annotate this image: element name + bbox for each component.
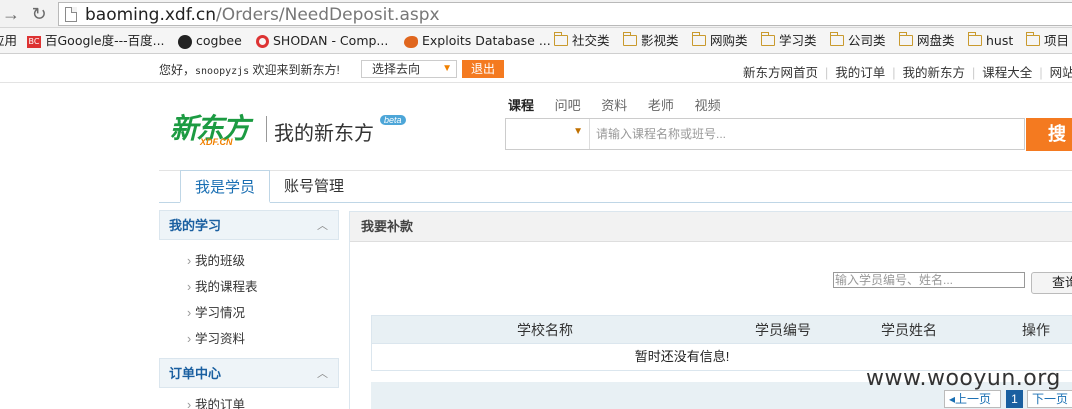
search-tab-course[interactable]: 课程 — [508, 95, 534, 114]
shodan-icon — [256, 35, 269, 48]
exploit-db-icon — [404, 35, 418, 48]
sidebar-section-orders[interactable]: 订单中心 ︿ — [159, 358, 339, 388]
folder-icon — [1026, 32, 1040, 46]
bookmark-folder-shop[interactable]: 网购类 — [692, 32, 748, 50]
col-student-name: 学员姓名 — [881, 322, 937, 338]
tab-student[interactable]: 我是学员 — [180, 170, 270, 203]
top-links: 新东方网首页 | 我的订单 | 我的新东方 | 课程大全 | 网站 — [743, 62, 1072, 81]
reload-icon[interactable]: ↻ — [28, 3, 50, 25]
panel-title: 我要补款 — [350, 212, 1072, 242]
search-button[interactable]: 搜 — [1026, 118, 1072, 151]
bookmark-folder-company[interactable]: 公司类 — [830, 32, 886, 50]
search-input[interactable]: 请输入课程名称或班号... — [594, 119, 1014, 149]
bookmark-baidu[interactable]: BC 百Google度---百度... — [27, 32, 165, 50]
browser-toolbar: → ↻ baoming.xdf.cn/Orders/NeedDeposit.as… — [0, 0, 1072, 28]
search-box: ▼ 请输入课程名称或班号... — [505, 118, 1025, 150]
search-tab-material[interactable]: 资料 — [601, 95, 627, 114]
bookmark-folder-video[interactable]: 影视类 — [623, 32, 679, 50]
sidebar-item-schedule[interactable]: 我的课程表 — [159, 274, 339, 300]
chevron-up-icon: ︿ — [317, 220, 328, 232]
logout-button[interactable]: 退出 — [462, 60, 504, 78]
search-category-select[interactable]: ▼ — [506, 119, 590, 149]
chevron-up-icon: ︿ — [317, 368, 328, 380]
greeting: 您好，snoopyzjs 欢迎来到新东方! — [159, 63, 340, 77]
deposit-table: 学校名称 学员编号 学员姓名 操作 暂时还没有信息! — [371, 315, 1072, 371]
bookmark-shodan[interactable]: SHODAN - Comp... — [256, 32, 388, 50]
site-title: 我的新东方 — [274, 123, 374, 145]
col-action: 操作 — [1022, 322, 1050, 338]
bookmark-apps[interactable]: 应用 — [0, 32, 17, 50]
folder-icon — [623, 32, 637, 46]
link-site[interactable]: 网站 — [1050, 66, 1072, 80]
prev-page-button[interactable]: ◂上一页 — [944, 390, 1001, 408]
sidebar-item-my-orders[interactable]: 我的订单 — [159, 392, 339, 409]
github-icon — [178, 34, 192, 49]
col-student-id: 学员编号 — [755, 322, 811, 338]
logo-divider — [266, 116, 267, 142]
current-page[interactable]: 1 — [1006, 390, 1023, 408]
bookmark-folder-study[interactable]: 学习类 — [761, 32, 817, 50]
search-tab-video[interactable]: 视频 — [695, 95, 721, 114]
bookmarks-bar: 应用 BC百Google度---百度... cogbee SHODAN - Co… — [0, 28, 1072, 54]
bookmark-folder-project[interactable]: 项目 — [1026, 32, 1069, 50]
folder-icon — [830, 32, 844, 46]
next-page-button[interactable]: 下一页 — [1027, 390, 1072, 408]
bookmark-exploitdb[interactable]: Exploits Database ... — [404, 32, 551, 50]
search-tabs: 课程 问吧 资料 老师 视频 — [508, 95, 738, 114]
watermark: www.wooyun.org — [866, 366, 1061, 391]
page-icon — [65, 7, 77, 22]
sidebar-item-my-class[interactable]: 我的班级 — [159, 248, 339, 274]
username: snoopyzjs — [195, 66, 250, 77]
sidebar-item-progress[interactable]: 学习情况 — [159, 300, 339, 326]
tab-account[interactable]: 账号管理 — [284, 170, 344, 203]
bookmark-icon: BC — [27, 35, 41, 48]
folder-icon — [899, 32, 913, 46]
bookmark-folder-social[interactable]: 社交类 — [554, 32, 610, 50]
table-header: 学校名称 学员编号 学员姓名 操作 — [371, 315, 1072, 344]
bookmark-cogbee[interactable]: cogbee — [178, 32, 242, 50]
link-all-courses[interactable]: 课程大全 — [982, 66, 1032, 80]
folder-icon — [554, 32, 568, 46]
folder-icon — [968, 32, 982, 46]
bookmark-folder-disk[interactable]: 网盘类 — [899, 32, 955, 50]
beta-badge: beta — [380, 115, 406, 125]
search-tab-teacher[interactable]: 老师 — [648, 95, 674, 114]
chevron-down-icon: ▼ — [573, 126, 583, 137]
link-xdf-home[interactable]: 新东方网首页 — [743, 66, 818, 80]
sidebar-item-materials[interactable]: 学习资料 — [159, 326, 339, 352]
query-button[interactable]: 查询 — [1031, 272, 1072, 294]
sidebar: 我的学习︿ 我的班级 我的课程表 学习情况 学习资料 订单中心︿ 我的订单 — [159, 210, 339, 409]
search-tab-ask[interactable]: 问吧 — [555, 95, 581, 114]
folder-icon — [692, 32, 706, 46]
url-text: baoming.xdf.cn/Orders/NeedDeposit.aspx — [85, 5, 440, 25]
main-nav: 我是学员 账号管理 — [159, 170, 1072, 203]
link-my-orders[interactable]: 我的订单 — [835, 66, 885, 80]
chevron-down-icon: ▼ — [442, 63, 452, 74]
xdf-logo[interactable]: 新东方 XDF.CN — [170, 107, 250, 147]
site-topbar: 您好，snoopyzjs 欢迎来到新东方! 选择去向 ▼ 退出 新东方网首页 | 我的… — [0, 55, 1072, 83]
goto-select[interactable]: 选择去向 ▼ — [361, 60, 457, 78]
student-query-input[interactable]: 输入学员编号、姓名... — [833, 272, 1025, 288]
bookmark-folder-hust[interactable]: hust — [968, 32, 1013, 50]
sidebar-section-study[interactable]: 我的学习 ︿ — [159, 210, 339, 240]
back-icon[interactable]: → — [0, 3, 22, 25]
link-my-xdf[interactable]: 我的新东方 — [903, 66, 966, 80]
address-bar[interactable]: baoming.xdf.cn/Orders/NeedDeposit.aspx — [58, 2, 1072, 26]
folder-icon — [761, 32, 775, 46]
col-school: 学校名称 — [517, 322, 573, 338]
